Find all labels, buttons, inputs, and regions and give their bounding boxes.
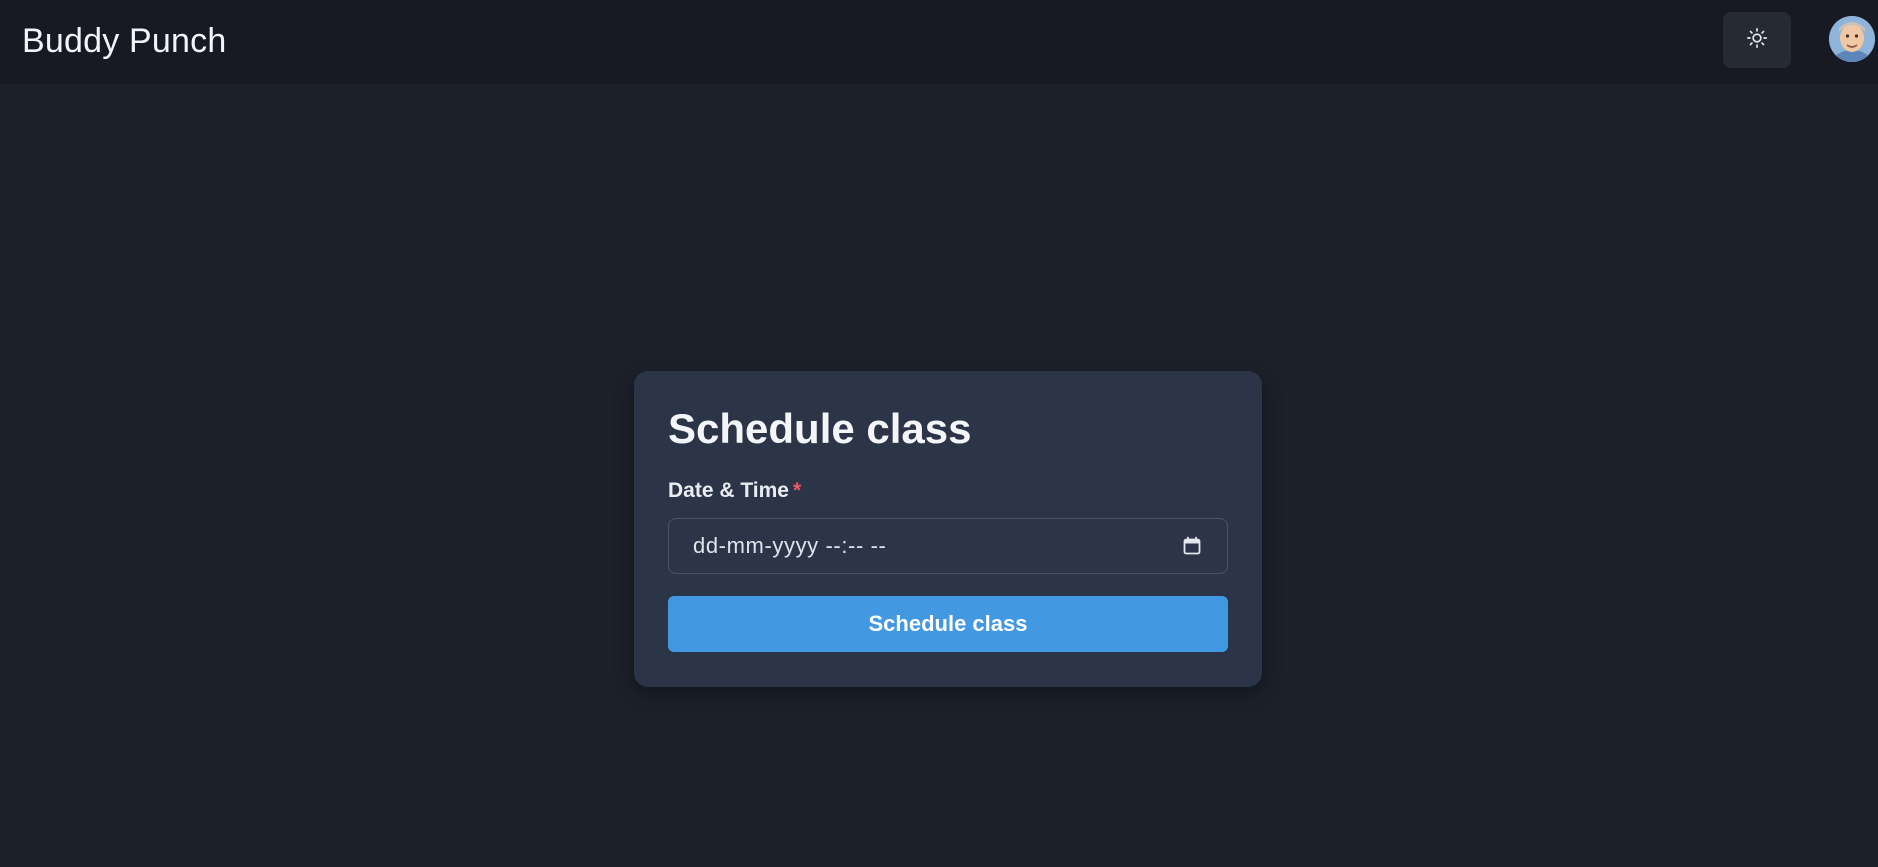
schedule-class-button[interactable]: Schedule class [668, 596, 1228, 652]
page-title: Schedule class [668, 405, 972, 452]
theme-toggle-button[interactable] [1723, 12, 1791, 68]
avatar-face-icon [1829, 16, 1875, 62]
schedule-class-card: Schedule class Date & Time * dd-mm-yyyy -… [634, 371, 1262, 687]
app-brand[interactable]: Buddy Punch [22, 20, 226, 62]
calendar-icon[interactable] [1181, 535, 1203, 557]
datetime-label: Date & Time * [668, 477, 801, 505]
datetime-placeholder: dd-mm-yyyy --:-- -- [693, 533, 887, 558]
required-indicator: * [793, 479, 802, 502]
datetime-input[interactable]: dd-mm-yyyy --:-- -- [668, 518, 1228, 574]
top-bar: Buddy Punch [0, 0, 1878, 84]
user-avatar[interactable] [1829, 16, 1875, 62]
sun-icon [1746, 27, 1768, 54]
datetime-label-text: Date & Time [668, 479, 789, 502]
